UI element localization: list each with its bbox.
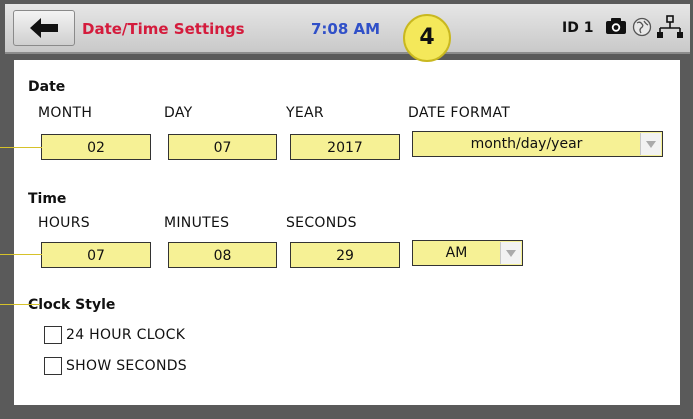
seconds-field[interactable]: 29: [290, 242, 400, 268]
clock-style-section-label: Clock Style: [28, 297, 116, 313]
24-hour-clock-checkbox[interactable]: [44, 326, 62, 344]
year-label: YEAR: [286, 105, 324, 121]
date-format-value: month/day/year: [470, 136, 583, 152]
header-bar: Date/Time Settings 7:08 AM ID 1: [5, 4, 690, 54]
hours-field[interactable]: 07: [41, 242, 151, 268]
hours-label: HOURS: [38, 215, 90, 231]
year-field[interactable]: 2017: [290, 134, 400, 160]
show-seconds-label[interactable]: SHOW SECONDS: [66, 358, 187, 374]
callout-leader-line: [0, 254, 42, 255]
month-field[interactable]: 02: [41, 134, 151, 160]
date-format-select[interactable]: month/day/year: [412, 131, 663, 157]
back-arrow-icon: [30, 18, 58, 38]
day-field[interactable]: 07: [168, 134, 277, 160]
back-button[interactable]: [13, 10, 75, 46]
device-id: ID 1: [562, 20, 594, 36]
settings-panel: Date MONTH DAY YEAR DATE FORMAT 02 07 20…: [14, 60, 680, 405]
24-hour-clock-label[interactable]: 24 HOUR CLOCK: [66, 327, 185, 343]
minutes-field[interactable]: 08: [168, 242, 277, 268]
network-icon[interactable]: [657, 15, 683, 39]
ampm-value: AM: [445, 245, 468, 261]
time-section-label: Time: [28, 191, 67, 207]
chevron-down-icon[interactable]: [640, 133, 661, 155]
callout-leader-line: [0, 147, 42, 148]
globe-icon[interactable]: [632, 17, 652, 37]
day-label: DAY: [164, 105, 193, 121]
show-seconds-checkbox[interactable]: [44, 357, 62, 375]
chevron-down-icon[interactable]: [500, 242, 521, 264]
callout-badge: 4: [403, 14, 451, 62]
month-label: MONTH: [38, 105, 93, 121]
clock-time: 7:08 AM: [311, 20, 381, 38]
ampm-select[interactable]: AM: [412, 240, 523, 266]
minutes-label: MINUTES: [164, 215, 230, 231]
date-section-label: Date: [28, 79, 66, 95]
seconds-label: SECONDS: [286, 215, 357, 231]
callout-leader-line: [0, 304, 40, 305]
date-format-label: DATE FORMAT: [408, 105, 511, 121]
camera-icon[interactable]: [605, 17, 627, 35]
page-title: Date/Time Settings: [82, 20, 245, 38]
